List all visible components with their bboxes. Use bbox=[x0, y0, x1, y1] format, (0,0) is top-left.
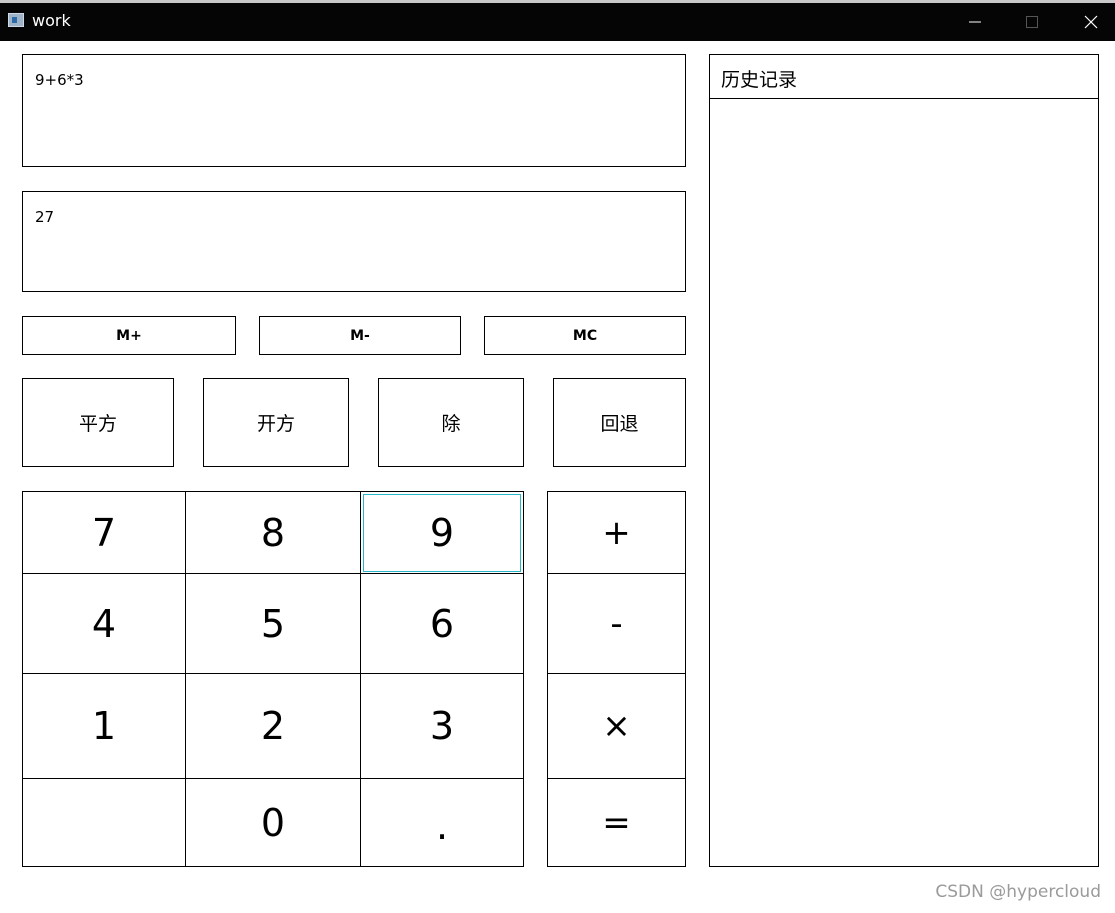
key-1[interactable]: 1 bbox=[23, 674, 185, 778]
key-3[interactable]: 3 bbox=[361, 674, 523, 778]
divide-button[interactable]: 除 bbox=[378, 378, 524, 467]
close-button[interactable] bbox=[1064, 3, 1115, 41]
key-4[interactable]: 4 bbox=[23, 574, 185, 673]
square-button[interactable]: 平方 bbox=[22, 378, 174, 467]
watermark: CSDN @hypercloud bbox=[935, 882, 1101, 902]
key-blank[interactable] bbox=[23, 779, 185, 866]
minimize-button[interactable] bbox=[948, 3, 1002, 41]
multiply-button[interactable]: × bbox=[548, 674, 685, 778]
history-title: 历史记录 bbox=[710, 55, 1098, 99]
maximize-icon bbox=[1026, 16, 1038, 28]
memory-clear-button[interactable]: MC bbox=[484, 316, 686, 355]
minus-button[interactable]: - bbox=[548, 574, 685, 673]
key-7[interactable]: 7 bbox=[23, 492, 185, 573]
equals-button[interactable]: = bbox=[548, 779, 685, 866]
backspace-button[interactable]: 回退 bbox=[553, 378, 686, 467]
result-display[interactable]: 27 bbox=[22, 191, 686, 292]
minimize-icon bbox=[969, 21, 981, 23]
key-6[interactable]: 6 bbox=[361, 574, 523, 673]
expression-display[interactable]: 9+6*3 bbox=[22, 54, 686, 167]
window-title: work bbox=[32, 11, 71, 30]
sqrt-button[interactable]: 开方 bbox=[203, 378, 349, 467]
key-8[interactable]: 8 bbox=[186, 492, 360, 573]
numeric-keypad: 7 8 9 4 5 6 1 2 3 0 . bbox=[22, 491, 524, 867]
expression-text: 9+6*3 bbox=[35, 71, 84, 89]
result-text: 27 bbox=[35, 208, 55, 226]
plus-button[interactable]: + bbox=[548, 492, 685, 573]
operator-keypad: + - × = bbox=[547, 491, 686, 867]
app-icon bbox=[8, 13, 24, 27]
key-0[interactable]: 0 bbox=[186, 779, 360, 866]
history-panel[interactable]: 历史记录 bbox=[709, 54, 1099, 867]
key-5[interactable]: 5 bbox=[186, 574, 360, 673]
maximize-button[interactable] bbox=[1005, 3, 1059, 41]
close-icon bbox=[1084, 15, 1098, 29]
key-2[interactable]: 2 bbox=[186, 674, 360, 778]
memory-subtract-button[interactable]: M- bbox=[259, 316, 461, 355]
title-bar: work bbox=[0, 3, 1115, 41]
memory-add-button[interactable]: M+ bbox=[22, 316, 236, 355]
key-9[interactable]: 9 bbox=[361, 492, 523, 573]
key-decimal[interactable]: . bbox=[361, 779, 523, 866]
